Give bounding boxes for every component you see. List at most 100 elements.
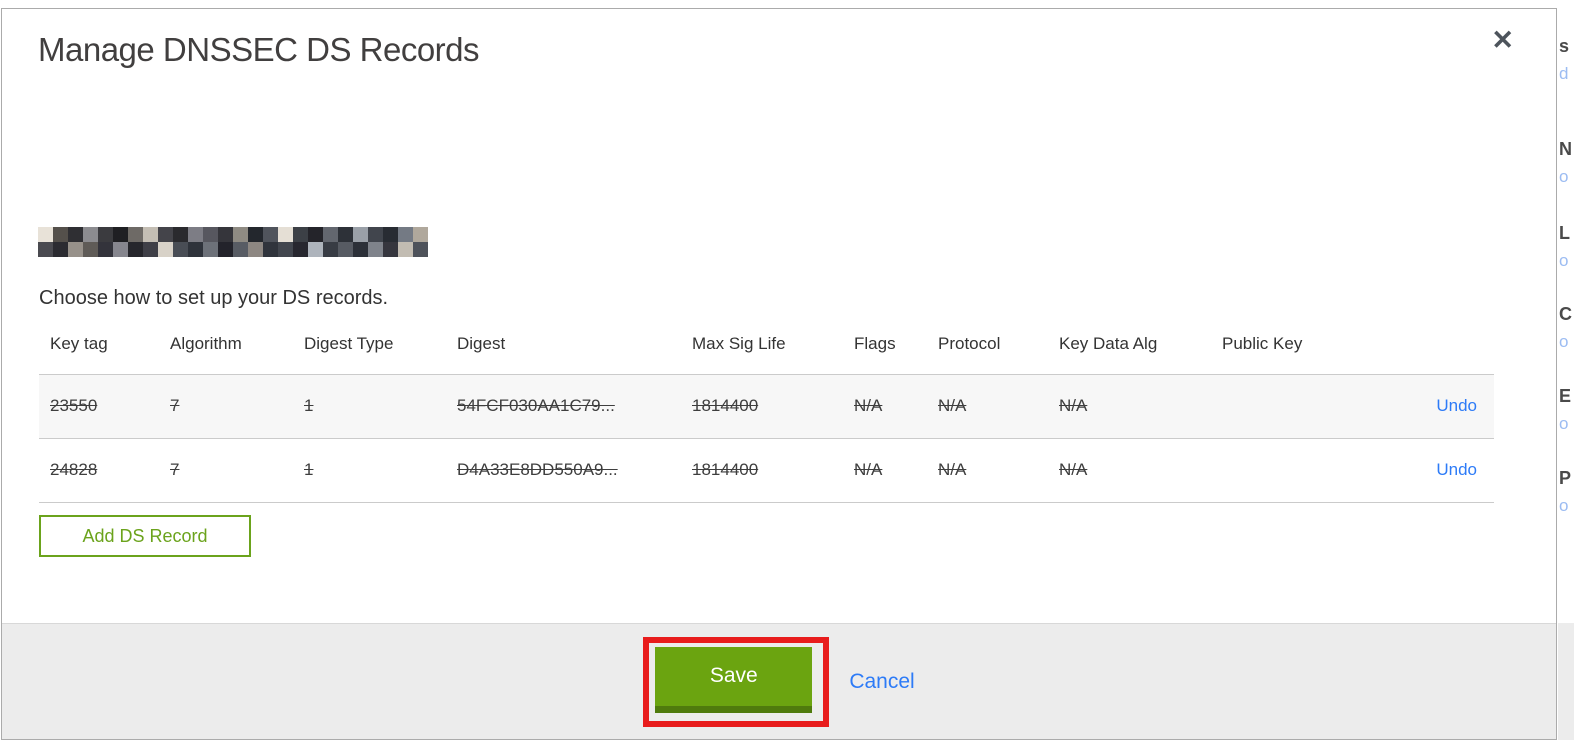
redaction-pixel xyxy=(293,242,308,257)
redaction-pixel xyxy=(203,242,218,257)
redaction-pixel xyxy=(68,242,83,257)
redaction-pixel xyxy=(53,242,68,257)
column-header-flags: Flags xyxy=(854,334,896,354)
cell-flags: N/A xyxy=(854,460,883,479)
add-ds-record-button[interactable]: Add DS Record xyxy=(39,515,251,557)
dialog-footer: Save Cancel xyxy=(2,623,1556,739)
redaction-pixel xyxy=(173,242,188,257)
undo-link[interactable]: Undo xyxy=(1436,396,1477,415)
cell-digest: D4A33E8DD550A9... xyxy=(457,460,618,479)
column-header-protocol: Protocol xyxy=(938,334,1001,354)
redaction-pixel xyxy=(233,242,248,257)
redaction-pixel xyxy=(263,227,278,242)
redaction-pixel xyxy=(263,242,278,257)
cell-key-tag: 24828 xyxy=(50,460,98,479)
redaction-pixel xyxy=(128,242,143,257)
table-row: 23550 7 1 54FCF030AA1C79... 1814400 N/A N/A N/A… xyxy=(39,374,1494,438)
cell-actions: Undo xyxy=(1361,438,1494,502)
cell-max-sig-life: 1814400 xyxy=(692,460,759,479)
background-link-fragment: o xyxy=(1559,414,1569,433)
column-header-key-data-alg: Key Data Alg xyxy=(1059,334,1158,354)
redaction-pixel xyxy=(203,227,218,242)
redaction-pixel xyxy=(248,242,263,257)
redaction-pixel xyxy=(98,227,113,242)
background-page-edge: sdNoLoCoEoPo xyxy=(1558,0,1574,746)
redaction-pixel xyxy=(308,242,323,257)
cell-key-data-alg: N/A xyxy=(1059,460,1088,479)
background-label-fragment: E xyxy=(1559,386,1572,406)
redaction-pixel xyxy=(383,227,398,242)
close-icon[interactable]: ✕ xyxy=(1491,27,1514,54)
redaction-pixel xyxy=(413,242,428,257)
redaction-pixel xyxy=(293,227,308,242)
redaction-pixel xyxy=(68,227,83,242)
column-header-actions xyxy=(1361,323,1494,374)
cell-key-data-alg: N/A xyxy=(1059,396,1088,415)
manage-dnssec-dialog: Manage DNSSEC DS Records ✕ Choose how to… xyxy=(1,8,1557,740)
redaction-pixel xyxy=(233,227,248,242)
cell-key-tag: 23550 xyxy=(50,396,98,415)
cell-protocol: N/A xyxy=(938,460,967,479)
redaction-pixel xyxy=(218,242,233,257)
column-header-digest-type: Digest Type xyxy=(304,334,394,354)
domain-name-redacted xyxy=(38,227,428,257)
redaction-pixel xyxy=(278,227,293,242)
cell-max-sig-life: 1814400 xyxy=(692,396,759,415)
redaction-pixel xyxy=(368,242,383,257)
column-header-key-tag: Key tag xyxy=(50,334,108,354)
redaction-pixel xyxy=(143,242,158,257)
redaction-pixel xyxy=(368,227,383,242)
column-header-algorithm: Algorithm xyxy=(170,334,242,354)
column-header-max-sig-life: Max Sig Life xyxy=(692,334,786,354)
redaction-pixel xyxy=(353,242,368,257)
redaction-pixel xyxy=(98,242,113,257)
redaction-pixel xyxy=(143,227,158,242)
redaction-pixel xyxy=(173,227,188,242)
redaction-pixel xyxy=(128,227,143,242)
background-link-fragment: o xyxy=(1559,251,1569,270)
redaction-pixel xyxy=(188,227,203,242)
redaction-pixel xyxy=(278,242,293,257)
background-label-fragment: N xyxy=(1559,139,1572,159)
redaction-pixel xyxy=(188,242,203,257)
redaction-pixel xyxy=(338,227,353,242)
redaction-pixel xyxy=(353,227,368,242)
undo-link[interactable]: Undo xyxy=(1436,460,1477,479)
redaction-pixel xyxy=(83,227,98,242)
cell-algorithm: 7 xyxy=(170,396,180,415)
background-label-fragment: C xyxy=(1559,304,1572,324)
redaction-pixel xyxy=(398,227,413,242)
redaction-pixel xyxy=(83,242,98,257)
cell-digest: 54FCF030AA1C79... xyxy=(457,396,615,415)
redaction-pixel xyxy=(323,227,338,242)
background-label-fragment: P xyxy=(1559,468,1572,488)
redaction-pixel xyxy=(323,242,338,257)
cell-actions: Undo xyxy=(1361,374,1494,438)
setup-instruction-text: Choose how to set up your DS records. xyxy=(39,287,389,309)
redaction-pixel xyxy=(218,227,233,242)
cell-algorithm: 7 xyxy=(170,460,180,479)
redaction-pixel xyxy=(398,242,413,257)
save-button[interactable]: Save xyxy=(655,646,813,713)
redaction-pixel xyxy=(308,227,323,242)
cell-digest-type: 1 xyxy=(304,460,314,479)
cell-protocol: N/A xyxy=(938,396,967,415)
page-title: Manage DNSSEC DS Records xyxy=(38,31,480,68)
cell-flags: N/A xyxy=(854,396,883,415)
cell-digest-type: 1 xyxy=(304,396,314,415)
table-row: 24828 7 1 D4A33E8DD550A9... 1814400 N/A N/A N/A… xyxy=(39,438,1494,502)
cancel-link[interactable]: Cancel xyxy=(849,670,914,694)
redaction-pixel xyxy=(383,242,398,257)
table-header-row: Key tag Algorithm Digest Type Digest Max… xyxy=(39,323,1494,374)
background-link-fragment: o xyxy=(1559,496,1569,515)
redaction-pixel xyxy=(413,227,428,242)
background-link-fragment: o xyxy=(1559,167,1569,186)
background-link-fragment: d xyxy=(1559,64,1569,83)
cell-public-key xyxy=(1211,374,1361,438)
ds-records-table: Key tag Algorithm Digest Type Digest Max… xyxy=(39,323,1494,503)
redaction-pixel xyxy=(248,227,263,242)
red-highlight-annotation: Save xyxy=(643,636,830,727)
redaction-pixel xyxy=(53,227,68,242)
column-header-public-key: Public Key xyxy=(1222,334,1303,354)
redaction-pixel xyxy=(38,242,53,257)
